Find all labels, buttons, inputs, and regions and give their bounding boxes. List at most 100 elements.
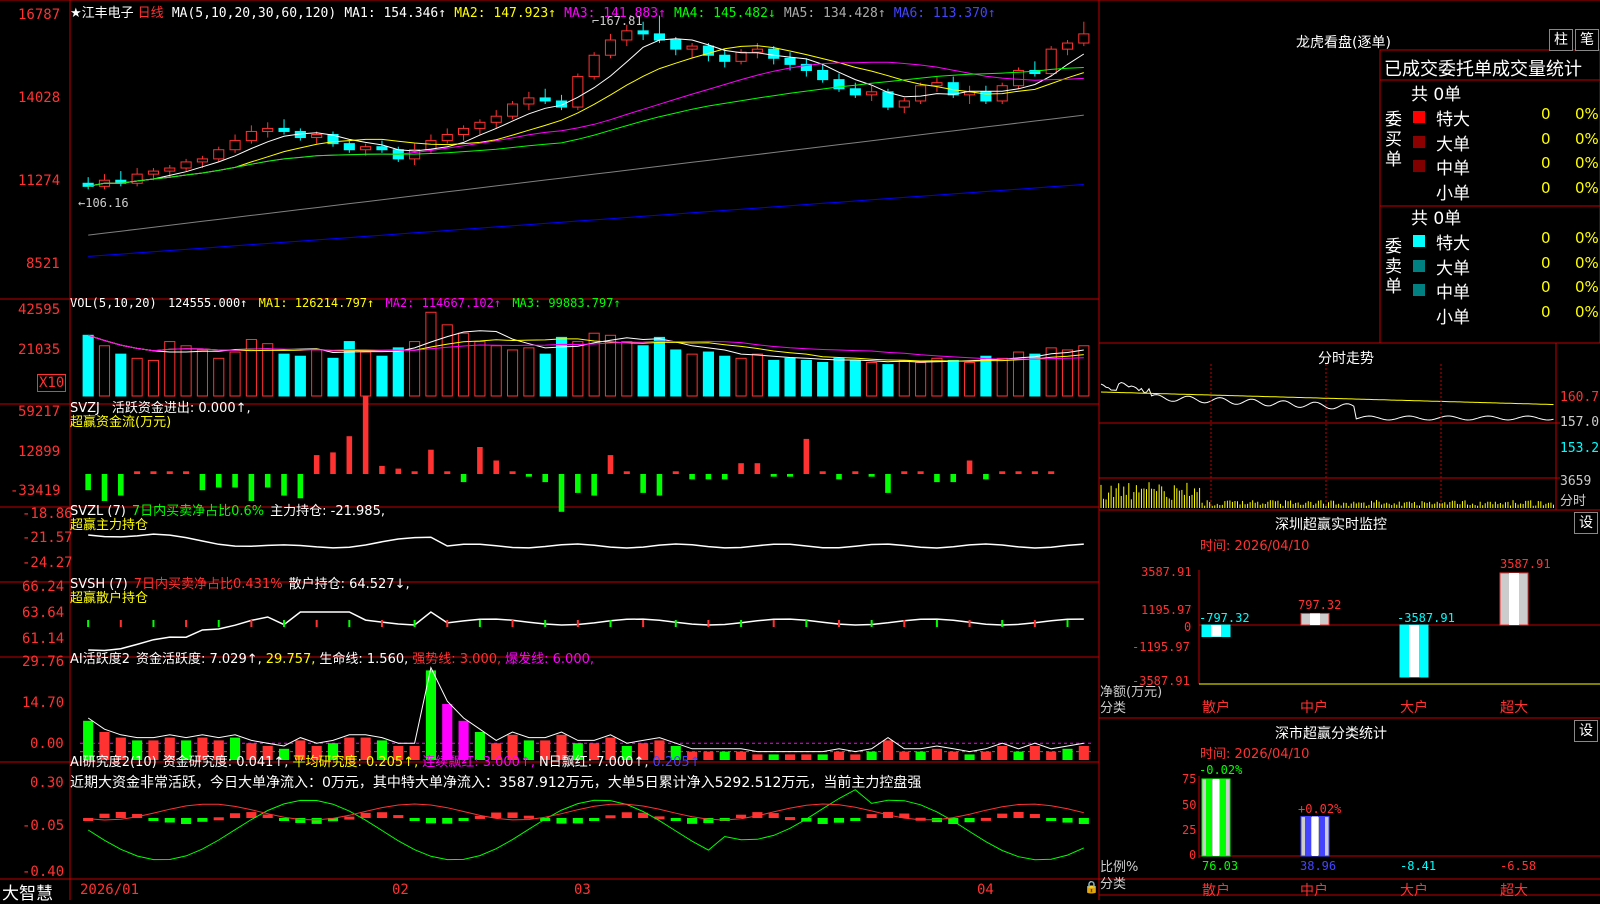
fund-flow-bar (999, 471, 1005, 474)
buy-side-label: 委买单 (1385, 110, 1403, 170)
order-percent: 0% (1575, 229, 1599, 247)
ai1-legend: AI活跃度2 资金活跃度: 7.029↑, 29.757, 生命线: 1.560, 强势… (70, 648, 594, 667)
candle-body (197, 159, 207, 162)
candle-body (752, 49, 762, 52)
activity-bar (916, 752, 926, 760)
ma60-line (88, 115, 1084, 235)
order-percent: 0% (1575, 303, 1599, 321)
order-percent: 0% (1575, 130, 1599, 148)
lock-icon[interactable]: 🔒 (1084, 880, 1099, 894)
classify-top-label-1: -0.02% (1199, 763, 1242, 777)
research-bar (279, 818, 289, 821)
candle-body (344, 144, 354, 150)
activity-bar (801, 754, 811, 760)
svzj-ytick-2: 12899 (18, 444, 60, 460)
volume-bar (1046, 348, 1056, 396)
monitor-ytick-1: 3587.91 (1141, 565, 1192, 579)
fund-flow-bar (493, 461, 499, 475)
volume-bar (181, 346, 191, 396)
favorite-star-icon[interactable]: ★ (70, 6, 82, 21)
research-bar (867, 814, 877, 818)
research-green-line (88, 790, 1084, 860)
main-force-line (88, 534, 1084, 548)
order-size-label: 小单 (1436, 303, 1470, 328)
volume-bar (671, 350, 681, 396)
volume-bar (377, 356, 387, 396)
fund-flow-bar (591, 474, 597, 496)
monitor-cat-2: 中户 (1300, 697, 1328, 717)
period-label[interactable]: 日线 (138, 6, 164, 21)
ma5-value: MA5: 134.428↑ (784, 6, 886, 21)
fund-flow-bar (934, 474, 940, 482)
pen-mode-button[interactable]: 笔 (1575, 29, 1599, 51)
volume-bar (295, 356, 305, 396)
classify-title: 深市超赢分类统计 (1275, 723, 1387, 743)
order-size-label: 大单 (1436, 254, 1470, 279)
ai1-ytick-3: 0.00 (30, 736, 64, 752)
classify-cat-1: 散户 (1202, 880, 1230, 900)
fund-flow-bar (771, 474, 777, 477)
research-bar (263, 814, 273, 818)
candle-body (475, 122, 485, 128)
activity-bar (1030, 746, 1040, 760)
volume-bar (622, 342, 632, 396)
research-bar (981, 818, 991, 821)
retail-line (88, 612, 1084, 651)
candle-body (1079, 34, 1089, 43)
bar-mode-button[interactable]: 柱 (1549, 29, 1573, 51)
ratio-bar-edge (1220, 779, 1226, 856)
candle-body (507, 104, 517, 116)
fund-flow-bar (510, 471, 516, 474)
volume-bar (720, 356, 730, 396)
ma-line (88, 39, 1084, 187)
date-tick-3: 03 (574, 882, 591, 898)
fund-flow-bar (575, 474, 581, 493)
volume-bar (769, 360, 779, 396)
fund-flow-bar (657, 474, 663, 496)
svzl-subtitle: 超赢主力持仓 (70, 514, 148, 533)
sell-total: 共 0单 (1411, 204, 1461, 229)
volume-bar (524, 348, 534, 396)
activity-bar (867, 752, 877, 760)
volume-bar (148, 360, 158, 396)
volume-bar (752, 354, 762, 396)
classify-ytick-1: 75 (1182, 772, 1196, 786)
monitor-ytick-3: 0 (1184, 620, 1191, 634)
fund-flow-bar (1016, 471, 1022, 474)
fund-flow-bar (542, 474, 548, 482)
fund-flow-bar (950, 474, 956, 482)
monitor-bar-label-2: 797.32 (1298, 598, 1341, 612)
fund-flow-bar (200, 474, 206, 490)
candle-body (148, 171, 158, 174)
volume-bar (393, 348, 403, 396)
candle-body (605, 40, 615, 55)
monitor-settings-button[interactable]: 设 (1574, 512, 1598, 534)
ratio-bar-highlight (1213, 779, 1219, 856)
sell-side-label: 委卖单 (1385, 237, 1403, 297)
fund-flow-bar (85, 474, 91, 490)
fund-flow-bar (869, 474, 875, 477)
low-price-label: ←106.16 (78, 196, 129, 210)
monitor-ytick-4: -1195.97 (1132, 640, 1190, 654)
research-bar (556, 818, 566, 824)
research-bar (850, 818, 860, 821)
research-bar (736, 815, 746, 818)
vol-unit-box: X10 (37, 374, 66, 392)
classify-ytick-3: 25 (1182, 823, 1196, 837)
classify-cat-2: 中户 (1300, 880, 1328, 900)
volume-bar (116, 354, 126, 396)
volume-bar (263, 344, 273, 396)
activity-bar (850, 754, 860, 760)
longhu-header: 已成交委托单成交量统计 (1384, 55, 1582, 81)
ai2-comment: 近期大资金非常活跃，今日大单净流入：0万元，其中特大单净流入：3587.912万… (70, 772, 921, 792)
longhu-title: 龙虎看盘(逐单) (1296, 32, 1391, 52)
activity-bar (720, 752, 730, 760)
order-count: 0 (1541, 254, 1551, 272)
volume-bar (687, 354, 697, 396)
research-bar (491, 813, 501, 818)
activity-bar (769, 754, 779, 760)
monitor-bar-label-3: -3587.91 (1397, 611, 1455, 625)
order-color-swatch (1413, 111, 1425, 123)
intraday-price-line (1101, 383, 1554, 421)
classify-settings-button[interactable]: 设 (1574, 720, 1598, 742)
